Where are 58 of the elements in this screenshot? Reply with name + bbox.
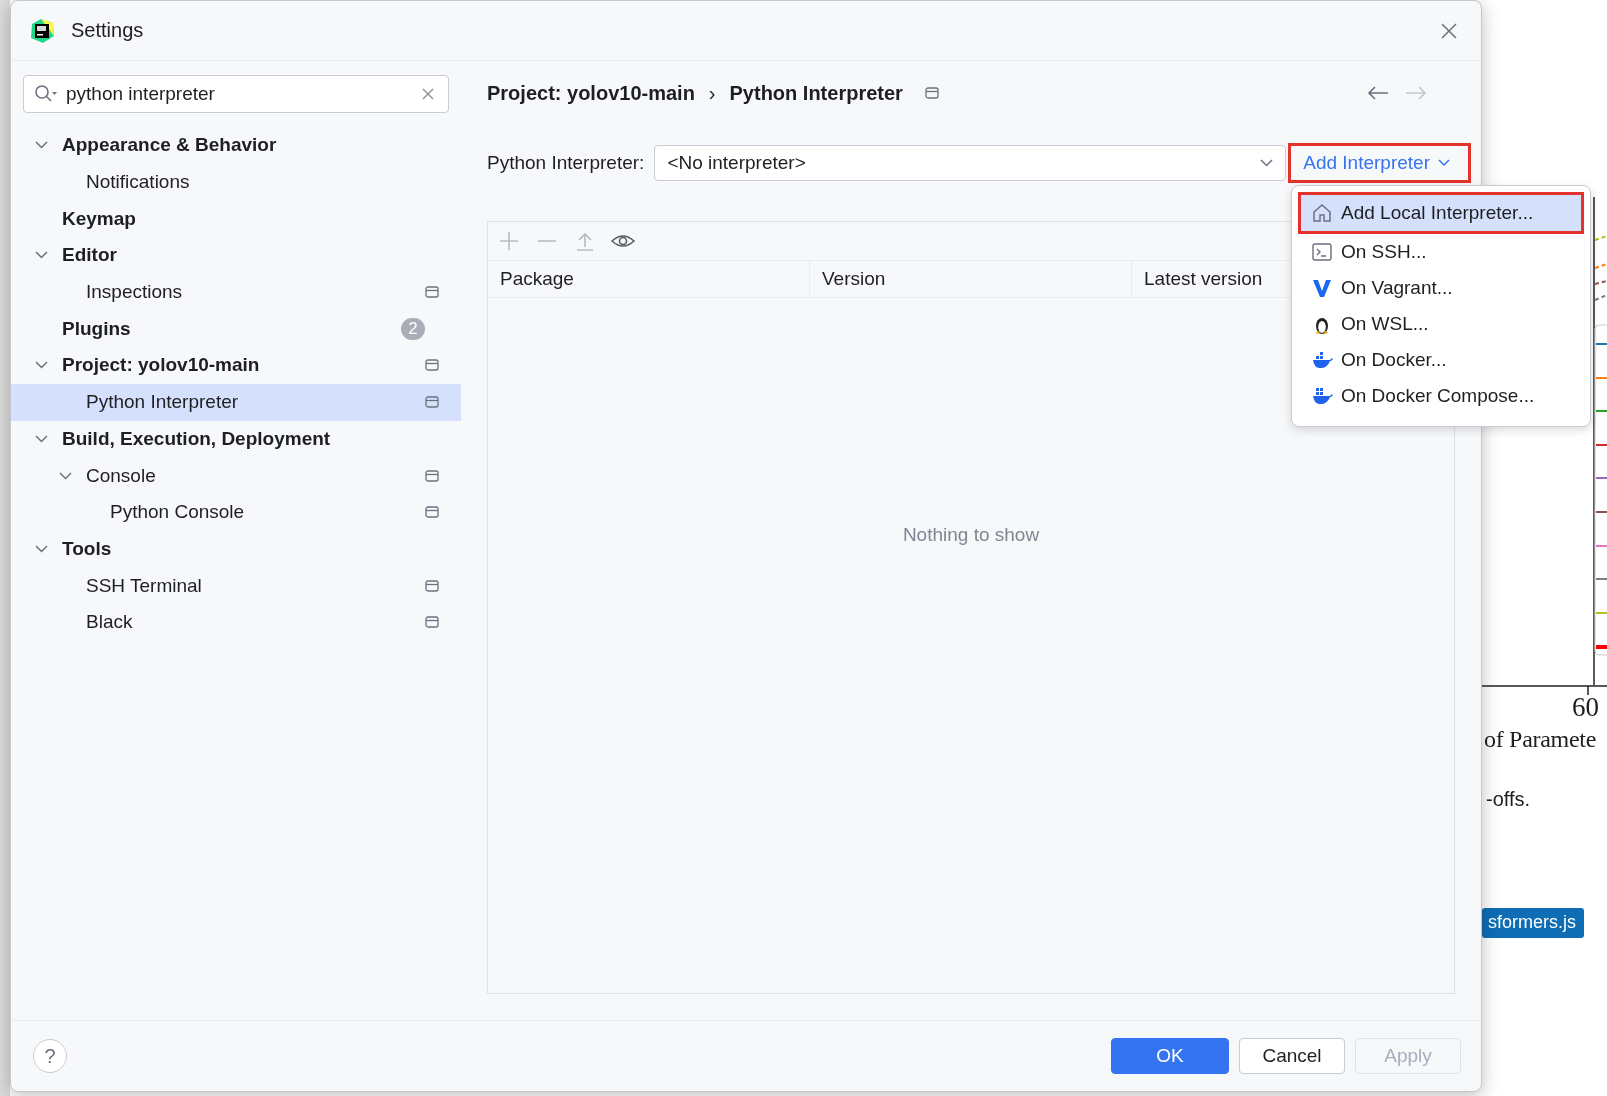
breadcrumb-item: Python Interpreter bbox=[729, 81, 903, 105]
tree-item[interactable]: Console bbox=[11, 457, 461, 494]
axis-tick-label: 60 bbox=[1572, 692, 1599, 723]
chevron-icon[interactable] bbox=[35, 544, 48, 553]
count-badge: 2 bbox=[401, 317, 425, 340]
empty-text: Nothing to show bbox=[902, 524, 1040, 546]
dialog-button[interactable]: Cancel bbox=[1239, 1038, 1345, 1074]
breadcrumb-separator: › bbox=[708, 81, 716, 105]
chevron-icon[interactable] bbox=[35, 141, 48, 150]
page-text: -offs. bbox=[1486, 788, 1531, 811]
menu-item[interactable]: On WSL... bbox=[1298, 306, 1584, 342]
interpreter-dropdown[interactable]: <No interpreter> bbox=[654, 145, 1287, 181]
add-interpreter-button[interactable]: Add Interpreter bbox=[1288, 143, 1471, 183]
menu-item[interactable]: On SSH... bbox=[1298, 234, 1584, 270]
tree-item[interactable]: Project: yolov10-main bbox=[11, 347, 461, 384]
chevron-icon[interactable] bbox=[35, 361, 48, 370]
app-icon bbox=[29, 17, 55, 44]
window-title: Settings bbox=[71, 19, 144, 42]
field-label: Python Interpreter: bbox=[487, 152, 645, 174]
search-input[interactable]: python interpreter bbox=[66, 83, 414, 105]
tree-item[interactable]: Python Console bbox=[11, 493, 461, 531]
tree-item[interactable]: Black bbox=[11, 603, 461, 641]
tree-item[interactable]: Inspections bbox=[11, 273, 461, 311]
link-badge[interactable]: sformers.js bbox=[1482, 908, 1584, 938]
menu-item[interactable]: On Docker... bbox=[1298, 342, 1584, 378]
search-field[interactable]: python interpreter bbox=[23, 75, 449, 113]
close-icon[interactable] bbox=[1441, 22, 1457, 39]
tree-item[interactable]: Keymap bbox=[11, 200, 461, 238]
axis-label: of Paramete bbox=[1484, 726, 1596, 753]
column-header[interactable]: Version bbox=[810, 261, 1132, 297]
tree-item[interactable]: Tools bbox=[11, 530, 461, 568]
tree-item[interactable]: Plugins 2 bbox=[11, 310, 461, 348]
whale-icon bbox=[1311, 349, 1333, 371]
v-shape-icon bbox=[1311, 277, 1333, 299]
chevron-icon[interactable] bbox=[35, 434, 48, 443]
column-header[interactable]: Package bbox=[488, 261, 810, 297]
home-icon bbox=[1311, 202, 1333, 224]
tree-item[interactable]: Editor bbox=[11, 237, 461, 274]
search-icon bbox=[34, 84, 58, 104]
help-button[interactable]: ? bbox=[33, 1039, 67, 1073]
menu-item[interactable]: Add Local Interpreter... bbox=[1298, 192, 1584, 234]
ok-button[interactable]: OK bbox=[1111, 1038, 1229, 1074]
menu-item[interactable]: On Vagrant... bbox=[1298, 270, 1584, 306]
whale-icon bbox=[1311, 385, 1333, 407]
caret-icon bbox=[1438, 159, 1450, 167]
tree-item[interactable]: Python Interpreter bbox=[11, 383, 461, 421]
tree-item[interactable]: SSH Terminal bbox=[11, 567, 461, 604]
chevron-icon[interactable] bbox=[59, 471, 72, 480]
breadcrumb-item: Project: yolov10-main bbox=[487, 81, 695, 105]
tree-item[interactable]: Appearance & Behavior bbox=[11, 127, 461, 164]
tree-item[interactable]: Build, Execution, Deployment bbox=[11, 420, 461, 458]
clear-icon[interactable] bbox=[422, 88, 434, 100]
menu-item[interactable]: On Docker Compose... bbox=[1298, 378, 1584, 414]
chevron-icon[interactable] bbox=[35, 251, 48, 260]
chevron-icon bbox=[1260, 159, 1274, 167]
back-arrow-icon[interactable] bbox=[1367, 85, 1389, 101]
terminal-icon bbox=[1311, 241, 1333, 263]
tree-item[interactable]: Notifications bbox=[11, 163, 461, 201]
